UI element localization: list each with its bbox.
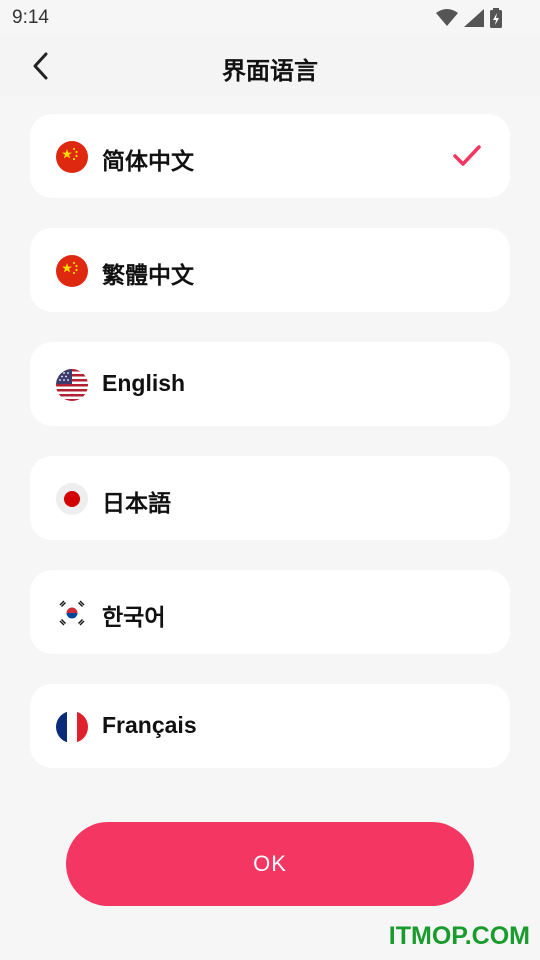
checkmark-icon xyxy=(452,144,482,168)
korea-flag-icon xyxy=(56,597,88,629)
status-time: 9:14 xyxy=(12,7,49,28)
language-label: 한국어 xyxy=(102,604,166,630)
language-item-japanese[interactable]: 日本語 xyxy=(30,456,510,540)
us-flag-icon xyxy=(56,369,88,401)
language-item-english[interactable]: English xyxy=(30,342,510,426)
china-flag-icon xyxy=(56,255,88,287)
page-title: 界面语言 xyxy=(222,58,318,85)
language-label: 简体中文 xyxy=(102,148,194,174)
signal-icon xyxy=(464,9,484,27)
language-label: Français xyxy=(102,712,197,738)
wifi-icon xyxy=(436,9,458,27)
ok-button[interactable]: OK xyxy=(66,822,474,906)
language-item-traditional-chinese[interactable]: 繁體中文 xyxy=(30,228,510,312)
status-icons xyxy=(436,8,502,28)
status-bar: 9:14 xyxy=(0,0,540,36)
japan-flag-icon xyxy=(56,483,88,515)
china-flag-icon xyxy=(56,141,88,173)
language-item-simplified-chinese[interactable]: 简体中文 xyxy=(30,114,510,198)
france-flag-icon xyxy=(56,711,88,743)
language-item-french[interactable]: Français xyxy=(30,684,510,768)
watermark-text: ITMOP.COM xyxy=(388,922,530,950)
battery-icon xyxy=(490,8,502,28)
language-item-korean[interactable]: 한국어 xyxy=(30,570,510,654)
header-bar: 界面语言 xyxy=(0,36,540,96)
language-label: 繁體中文 xyxy=(102,262,194,288)
language-label: 日本語 xyxy=(102,490,171,516)
language-label: English xyxy=(102,370,186,396)
